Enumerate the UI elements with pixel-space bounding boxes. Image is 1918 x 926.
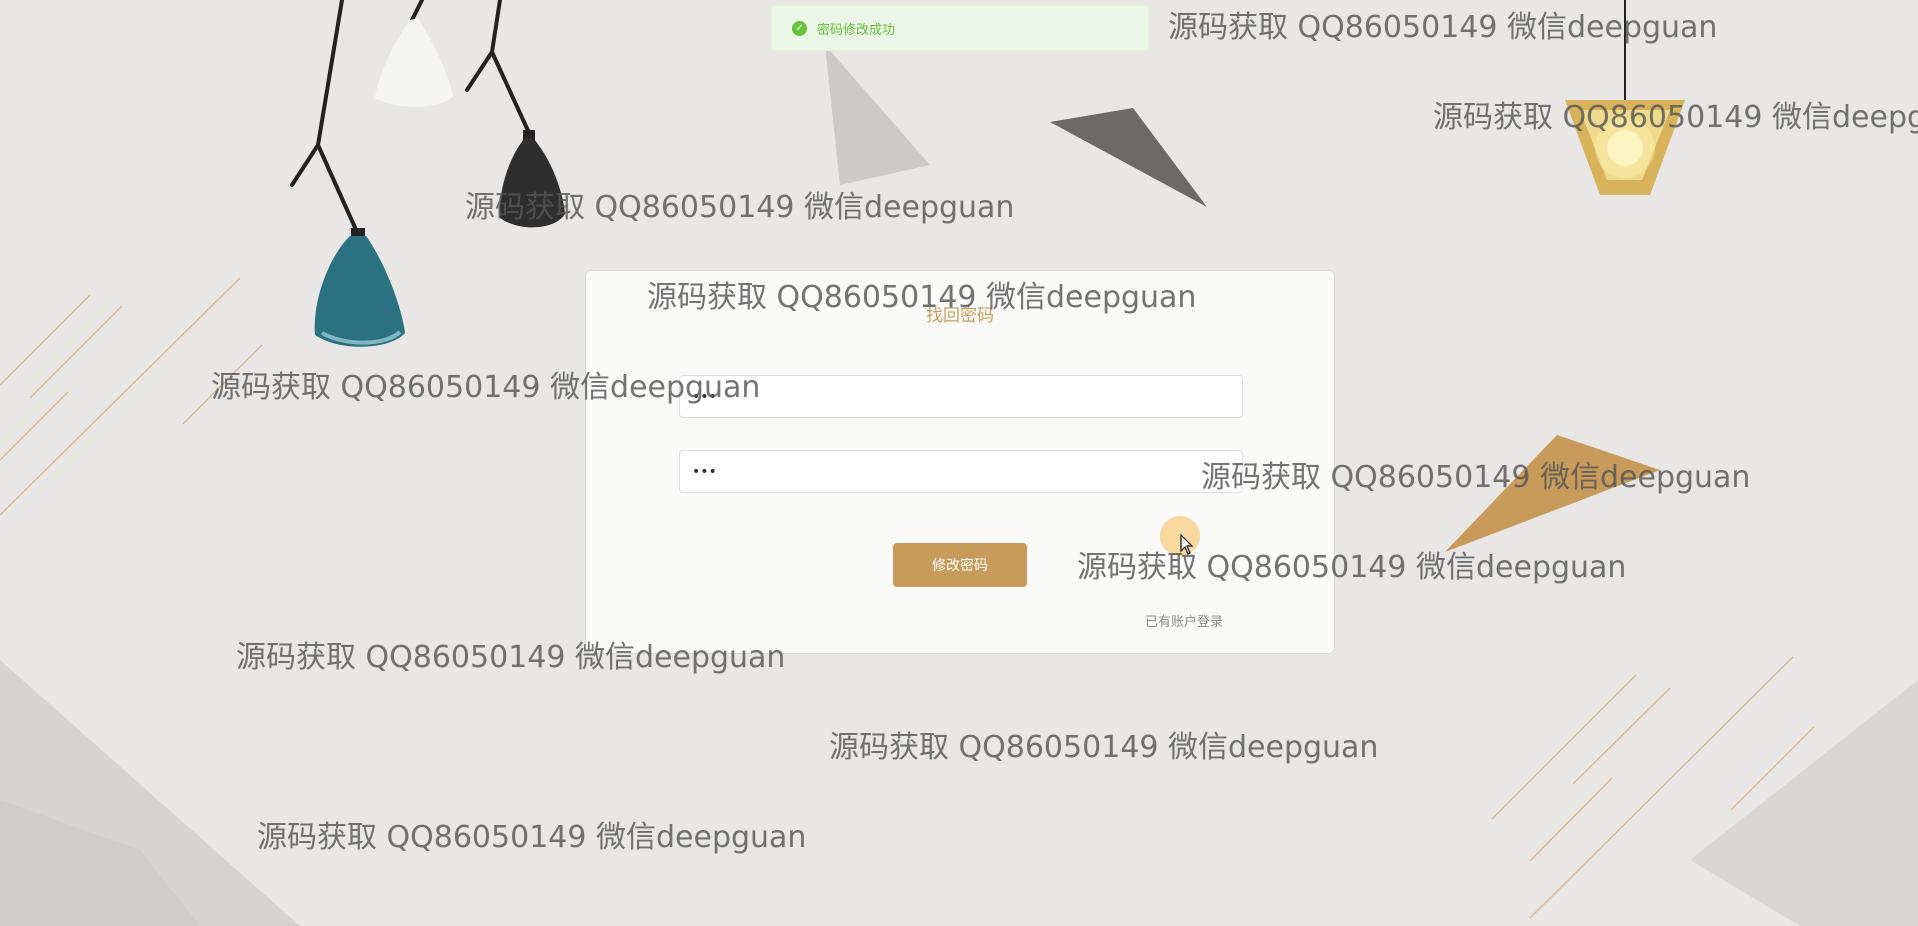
new-password-input[interactable] (679, 375, 1243, 418)
change-password-button[interactable]: 修改密码 (893, 543, 1027, 587)
page-background: ✓ 密码修改成功 找回密码 修改密码 已有账户登录 源码获取 QQ8605014… (0, 0, 1918, 926)
check-circle-icon: ✓ (792, 20, 807, 36)
reset-password-card: 找回密码 修改密码 已有账户登录 (585, 270, 1335, 654)
card-title: 找回密码 (926, 306, 994, 326)
existing-account-login-link[interactable]: 已有账户登录 (1145, 611, 1223, 630)
toast-message: 密码修改成功 (817, 22, 896, 38)
success-toast: ✓ 密码修改成功 (771, 5, 1149, 51)
mouse-cursor-icon (1180, 534, 1194, 555)
confirm-password-input[interactable] (679, 450, 1243, 493)
